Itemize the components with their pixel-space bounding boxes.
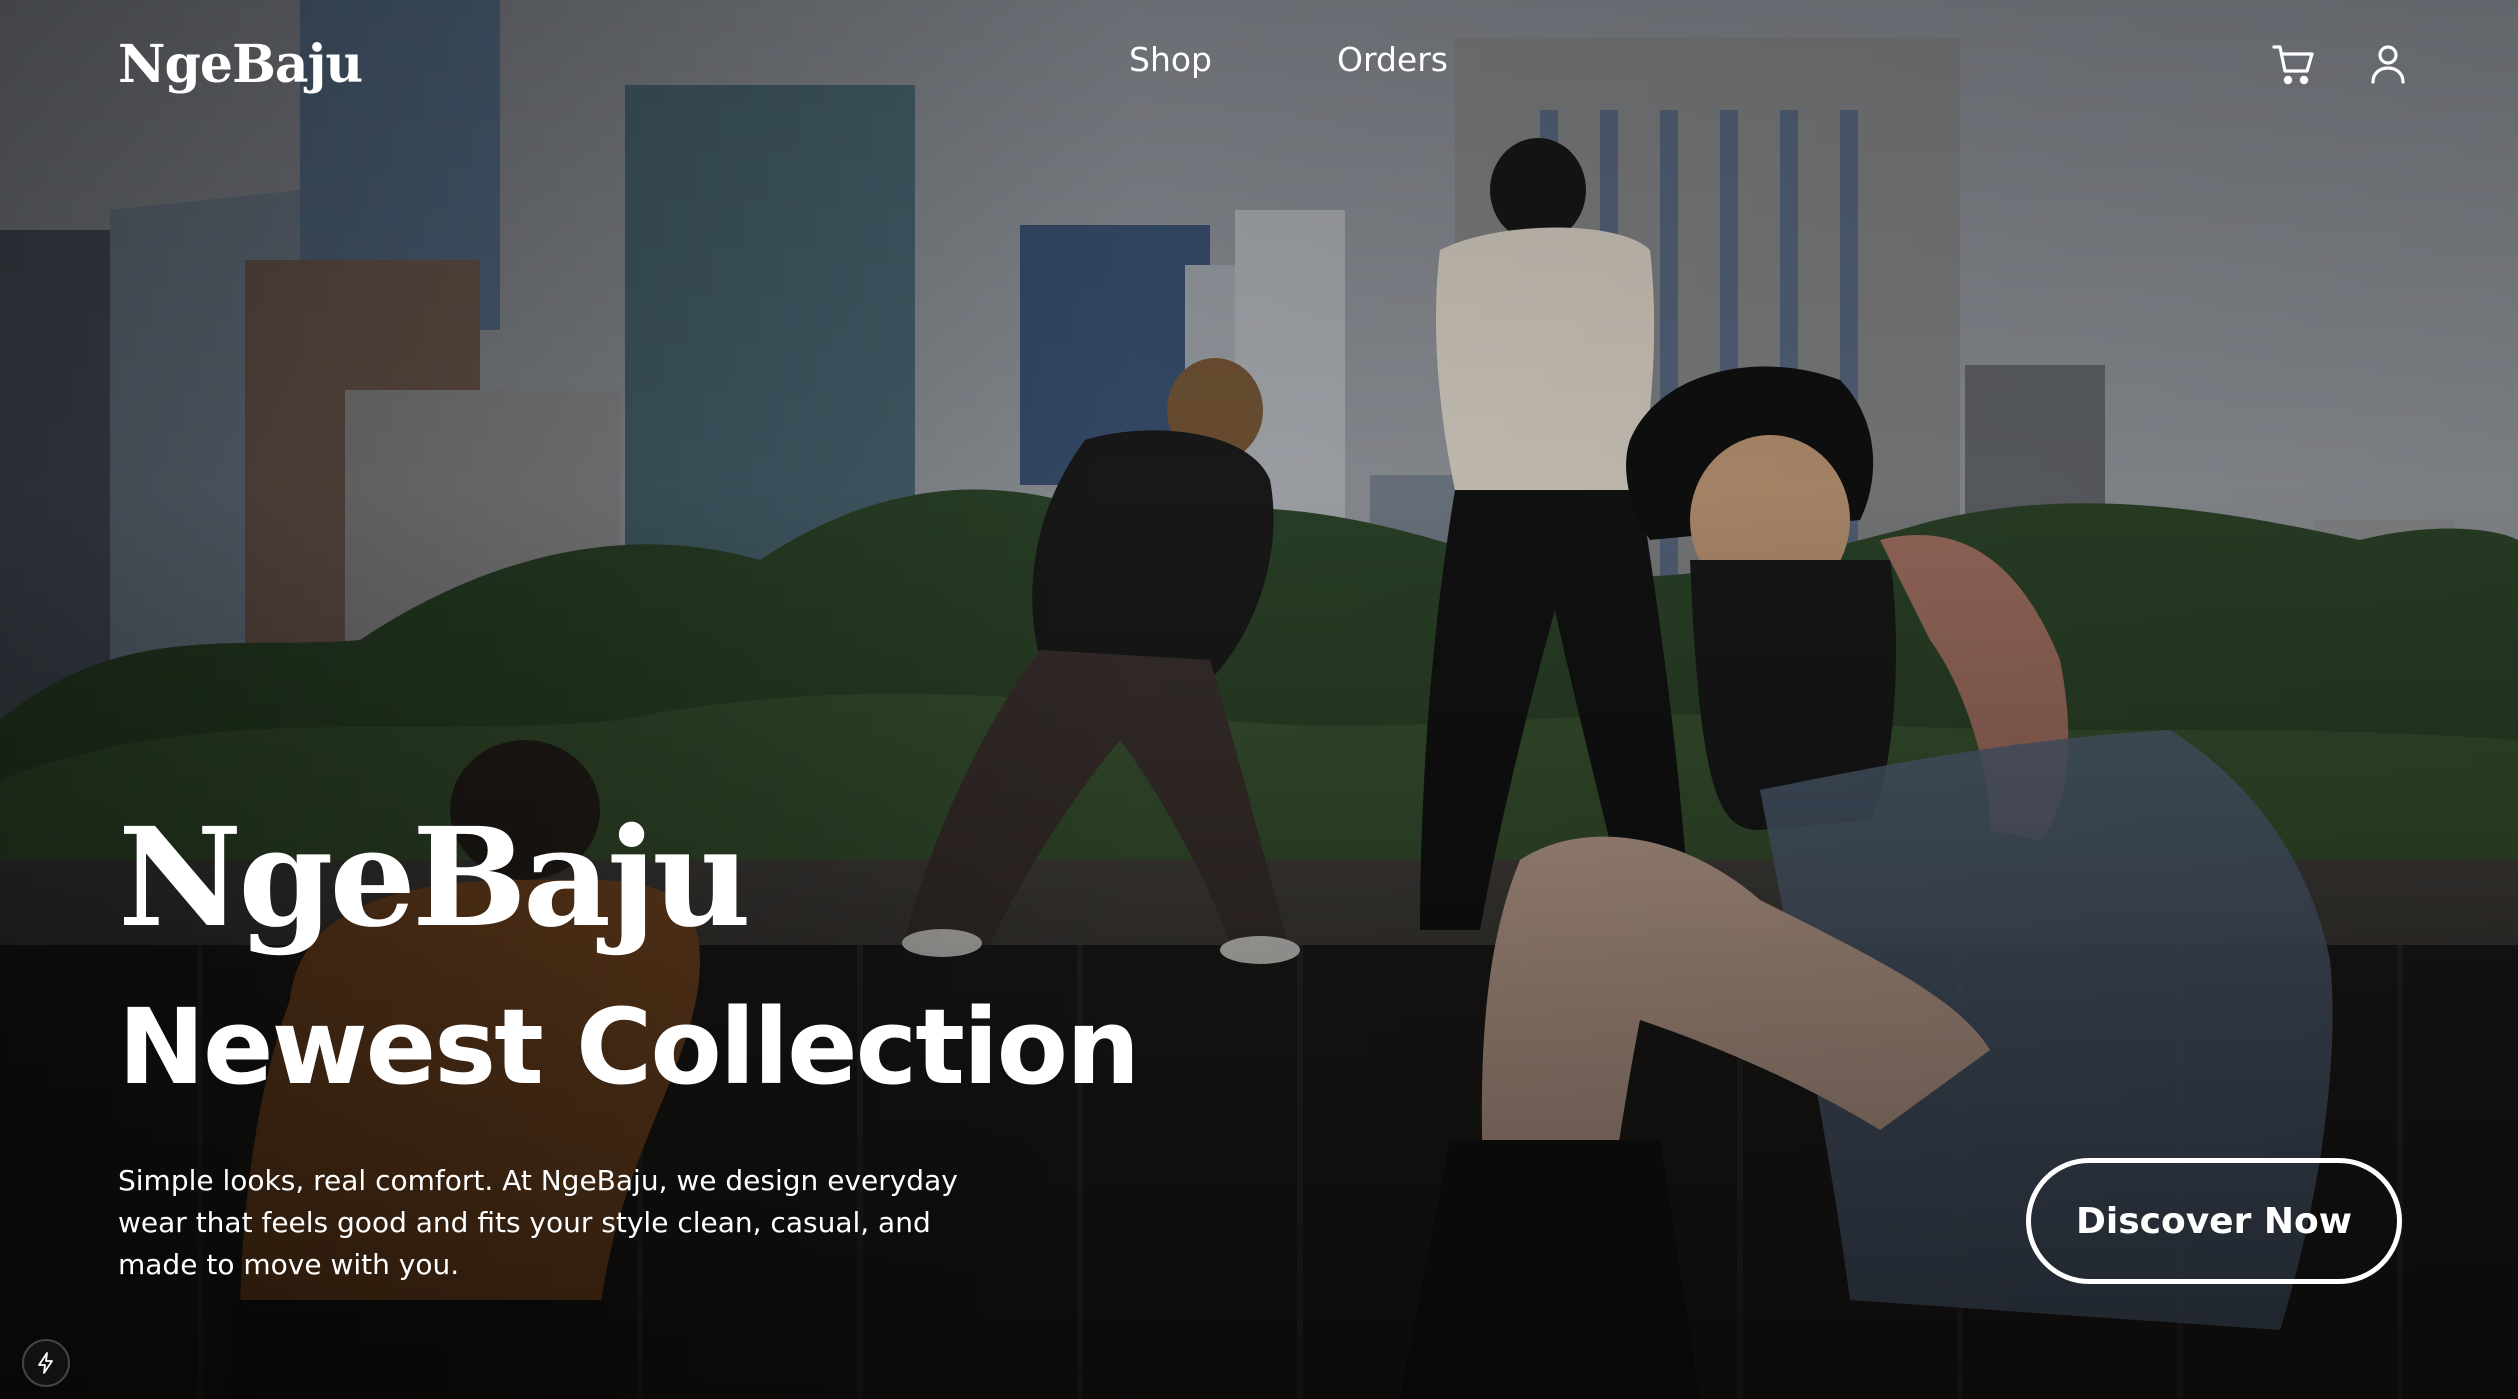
brand-logo[interactable]: NgeBaju xyxy=(118,34,363,95)
hero-title: Newest Collection xyxy=(118,986,1140,1108)
cart-icon[interactable] xyxy=(2270,40,2318,88)
nav-link-orders[interactable]: Orders xyxy=(1337,40,1448,79)
hero-description: Simple looks, real comfort. At NgeBaju, … xyxy=(118,1164,958,1281)
top-navigation: NgeBaju Shop Orders xyxy=(0,0,2518,130)
user-icon[interactable] xyxy=(2364,40,2412,88)
lightning-icon[interactable] xyxy=(22,1339,70,1387)
nav-link-shop[interactable]: Shop xyxy=(1129,40,1212,79)
discover-now-button[interactable]: Discover Now xyxy=(2026,1158,2402,1284)
hero-brand-heading: NgeBaju xyxy=(118,798,751,958)
